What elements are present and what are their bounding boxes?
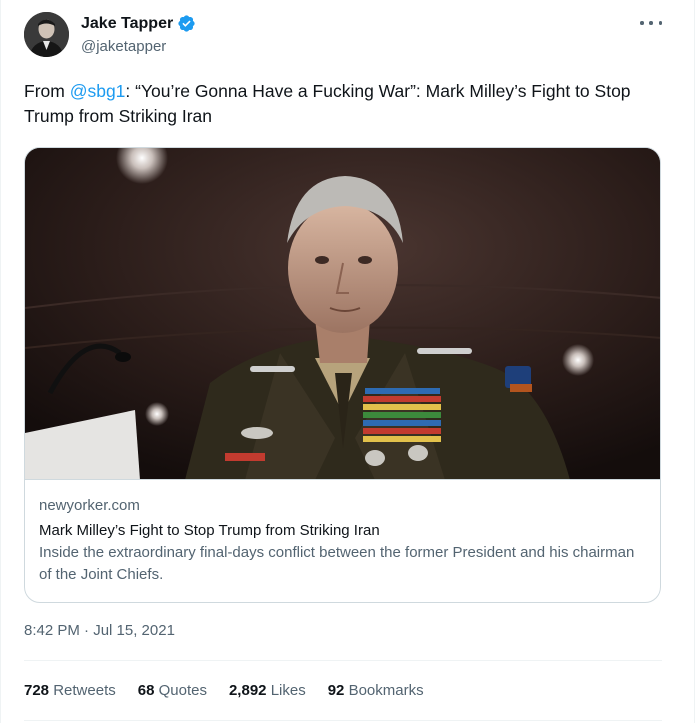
- verified-badge-icon: [178, 15, 195, 32]
- divider-top: [24, 660, 662, 661]
- mention-link[interactable]: @sbg1: [70, 81, 126, 101]
- likes-count: 2,892: [228, 682, 267, 699]
- card-photo: [25, 148, 660, 479]
- tweet-text: From @sbg1: “You’re Gonna Have a Fucking…: [24, 79, 664, 129]
- tweet-stats: 728 Retweets 68 Quotes 2,892 Likes 92 Bo…: [24, 682, 424, 699]
- likes-label: Likes: [270, 682, 306, 699]
- card-domain: newyorker.com: [39, 497, 140, 514]
- card-image[interactable]: [25, 148, 660, 480]
- tweet-text-prefix: From: [24, 81, 70, 101]
- ribbons: [363, 388, 441, 442]
- card-body: newyorker.com Mark Milley’s Fight to Sto…: [39, 496, 649, 586]
- retweets-stat[interactable]: 728 Retweets: [24, 682, 116, 699]
- likes-stat[interactable]: 2,892 Likes: [229, 682, 306, 699]
- author-name-row[interactable]: Jake Tapper: [81, 14, 196, 33]
- author-name[interactable]: Jake Tapper: [81, 15, 173, 33]
- retweets-label: Retweets: [53, 682, 116, 699]
- tweet: Jake Tapper @jaketapper From @sbg1: “You…: [0, 0, 695, 723]
- retweets-count: 728: [24, 682, 50, 699]
- link-card[interactable]: newyorker.com Mark Milley’s Fight to Sto…: [24, 147, 661, 603]
- bookmarks-label: Bookmarks: [348, 682, 424, 699]
- author-handle[interactable]: @jaketapper: [81, 38, 166, 55]
- card-title[interactable]: Mark Milley’s Fight to Stop Trump from S…: [39, 520, 649, 542]
- divider-bottom: [24, 720, 662, 721]
- quotes-stat[interactable]: 68 Quotes: [138, 682, 207, 699]
- bookmarks-count: 92: [327, 682, 345, 699]
- card-description: Inside the extraordinary final-days conf…: [39, 544, 635, 583]
- quotes-count: 68: [137, 682, 155, 699]
- more-options-icon[interactable]: [640, 18, 662, 28]
- avatar[interactable]: [24, 12, 69, 57]
- quotes-label: Quotes: [158, 682, 207, 699]
- tweet-timestamp[interactable]: 8:42 PM · Jul 15, 2021: [24, 622, 175, 639]
- avatar-photo: [24, 12, 69, 57]
- bookmarks-stat[interactable]: 92 Bookmarks: [328, 682, 424, 699]
